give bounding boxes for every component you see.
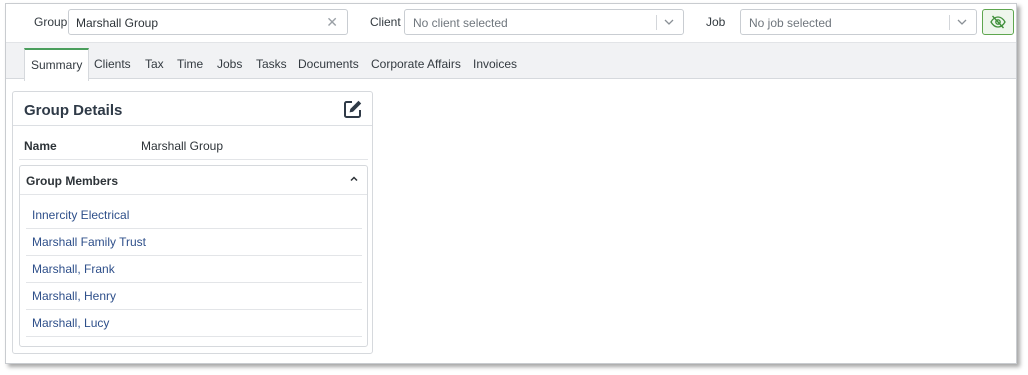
app-window: Group Marshall Group ✕ Client No client … <box>5 3 1017 364</box>
tab-invoices[interactable]: Invoices <box>467 48 523 80</box>
tab-jobs[interactable]: Jobs <box>211 48 248 80</box>
tab-corporate-affairs[interactable]: Corporate Affairs <box>365 48 467 80</box>
card-divider <box>13 125 372 126</box>
group-select-value: Marshall Group <box>76 16 159 30</box>
member-link[interactable]: Marshall, Lucy <box>26 310 362 337</box>
name-value: Marshall Group <box>141 139 224 153</box>
member-link[interactable]: Marshall, Henry <box>26 283 362 310</box>
group-members-title: Group Members <box>26 174 119 188</box>
member-link[interactable]: Marshall Family Trust <box>26 229 362 256</box>
job-select-separator <box>949 15 950 30</box>
tab-summary[interactable]: Summary <box>24 48 90 81</box>
job-label: Job <box>706 15 726 29</box>
member-link[interactable]: Innercity Electrical <box>26 202 362 229</box>
tab-tax[interactable]: Tax <box>139 48 170 80</box>
job-select[interactable]: No job selected <box>740 9 977 35</box>
edit-icon[interactable] <box>343 99 363 119</box>
filter-bar: Group Marshall Group ✕ Client No client … <box>6 4 1016 42</box>
toggle-visibility-button[interactable] <box>982 9 1014 35</box>
chevron-down-icon[interactable] <box>955 15 969 29</box>
tab-tasks[interactable]: Tasks <box>250 48 293 80</box>
member-link[interactable]: Marshall, Frank <box>26 256 362 283</box>
group-members-panel: Group Members Innercity Electrical Marsh… <box>19 165 368 347</box>
client-label: Client <box>370 15 401 29</box>
chevron-down-icon[interactable] <box>662 15 676 29</box>
client-select-separator <box>656 15 657 30</box>
client-select[interactable]: No client selected <box>404 9 684 35</box>
tab-bar: Summary Clients Tax Time Jobs Tasks Docu… <box>6 42 1016 81</box>
group-details-card: Group Details Name Marshall Group Group … <box>12 91 373 354</box>
card-title: Group Details <box>24 102 123 119</box>
tab-time[interactable]: Time <box>171 48 209 80</box>
clear-group-icon[interactable]: ✕ <box>326 14 338 31</box>
group-label: Group <box>34 15 68 29</box>
job-select-placeholder: No job selected <box>749 16 832 30</box>
name-label: Name <box>24 139 57 153</box>
tab-documents[interactable]: Documents <box>292 48 365 80</box>
group-select[interactable]: Marshall Group ✕ <box>68 9 348 35</box>
client-select-placeholder: No client selected <box>413 16 508 30</box>
name-divider <box>19 159 368 160</box>
chevron-up-icon[interactable] <box>348 173 360 185</box>
tab-clients[interactable]: Clients <box>88 48 137 80</box>
eye-off-icon <box>990 15 1006 29</box>
members-divider <box>20 194 367 195</box>
